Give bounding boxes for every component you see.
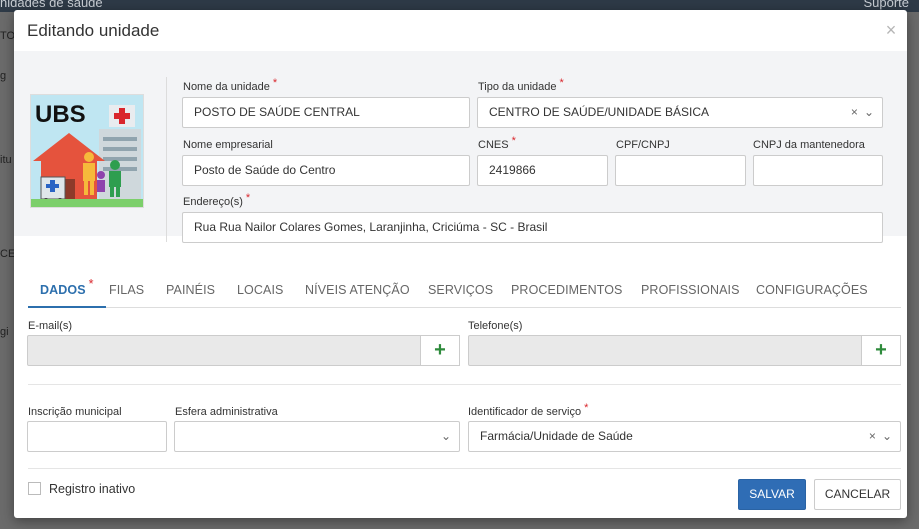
add-phone-button[interactable]: + [861, 335, 901, 366]
maintainer-cnpj-input[interactable] [753, 155, 883, 186]
app-title-fragment: nidades de saude [0, 0, 103, 10]
unit-name-label: Nome da unidade * [183, 77, 278, 93]
background-fragment: CE [0, 248, 16, 260]
service-identifier-label: Identificador de serviço * [468, 402, 589, 418]
inactive-checkbox[interactable] [28, 482, 41, 495]
tab-niveis-atencao[interactable]: NÍVEIS ATENÇÃO [305, 276, 410, 308]
service-identifier-select[interactable]: Farmácia/Unidade de Saúde × ⌄ [468, 421, 901, 452]
tab-servicos[interactable]: SERVIÇOS [428, 276, 493, 308]
phone-label: Telefone(s) [468, 320, 523, 332]
logo-divider [166, 77, 167, 242]
phone-input[interactable] [468, 335, 862, 366]
close-icon[interactable]: × [883, 21, 899, 39]
background-fragment: g [0, 70, 7, 82]
background-fragment: gi [0, 326, 9, 338]
unit-tabs: DADOS * FILAS PAINÉIS LOCAIS NÍVEIS ATENÇ… [28, 276, 901, 308]
unit-type-value: CENTRO DE SAÚDE/UNIDADE BÁSICA [489, 105, 710, 119]
cpf-cnpj-label: CPF/CNPJ [616, 139, 670, 151]
inactive-label: Registro inativo [49, 482, 136, 496]
chevron-down-icon[interactable]: ⌄ [441, 429, 451, 443]
ubs-illustration: UBS [31, 95, 143, 207]
tab-profissionais[interactable]: PROFISSIONAIS [641, 276, 740, 308]
modal-header: Editando unidade × [14, 10, 907, 52]
email-input[interactable] [27, 335, 421, 366]
save-button[interactable]: SALVAR [738, 479, 806, 510]
service-identifier-value: Farmácia/Unidade de Saúde [480, 429, 633, 443]
clear-icon[interactable]: × [869, 429, 876, 443]
unit-type-label: Tipo da unidade * [478, 77, 564, 93]
background-fragment: TO [0, 30, 16, 42]
modal-title: Editando unidade [27, 21, 160, 40]
unit-name-input[interactable]: POSTO DE SAÚDE CENTRAL [182, 97, 470, 128]
company-name-label: Nome empresarial [183, 139, 273, 151]
address-label: Endereço(s) * [183, 192, 251, 208]
unit-logo[interactable]: UBS [30, 94, 144, 208]
section-divider [28, 384, 901, 385]
logo-text: UBS [35, 101, 86, 128]
clear-icon[interactable]: × [851, 105, 858, 119]
tab-procedimentos[interactable]: PROCEDIMENTOS [511, 276, 623, 308]
cancel-button[interactable]: CANCELAR [814, 479, 901, 510]
municipal-registration-input[interactable] [27, 421, 167, 452]
tab-configuracoes[interactable]: CONFIGURAÇÕES [756, 276, 868, 308]
tab-dados[interactable]: DADOS * [28, 276, 106, 308]
maintainer-cnpj-label: CNPJ da mantenedora [753, 139, 865, 151]
chevron-down-icon[interactable]: ⌄ [864, 105, 874, 119]
tab-locais[interactable]: LOCAIS [237, 276, 283, 308]
add-email-button[interactable]: + [420, 335, 460, 366]
cnes-input[interactable]: 2419866 [477, 155, 608, 186]
cnes-label: CNES * [478, 135, 516, 151]
municipal-registration-label: Inscrição municipal [28, 406, 122, 418]
company-name-input[interactable]: Posto de Saúde do Centro [182, 155, 470, 186]
tab-filas[interactable]: FILAS [109, 276, 144, 308]
footer-divider [28, 468, 901, 469]
administrative-sphere-select[interactable]: ⌄ [174, 421, 460, 452]
tab-paineis[interactable]: PAINÉIS [166, 276, 215, 308]
chevron-down-icon[interactable]: ⌄ [882, 429, 892, 443]
support-link: Suporte [863, 0, 909, 10]
administrative-sphere-label: Esfera administrativa [175, 406, 278, 418]
background-fragment: itu [0, 154, 12, 166]
cpf-cnpj-input[interactable] [615, 155, 746, 186]
address-input[interactable]: Rua Rua Nailor Colares Gomes, Laranjinha… [182, 212, 883, 243]
email-label: E-mail(s) [28, 320, 72, 332]
unit-type-select[interactable]: CENTRO DE SAÚDE/UNIDADE BÁSICA × ⌄ [477, 97, 883, 128]
